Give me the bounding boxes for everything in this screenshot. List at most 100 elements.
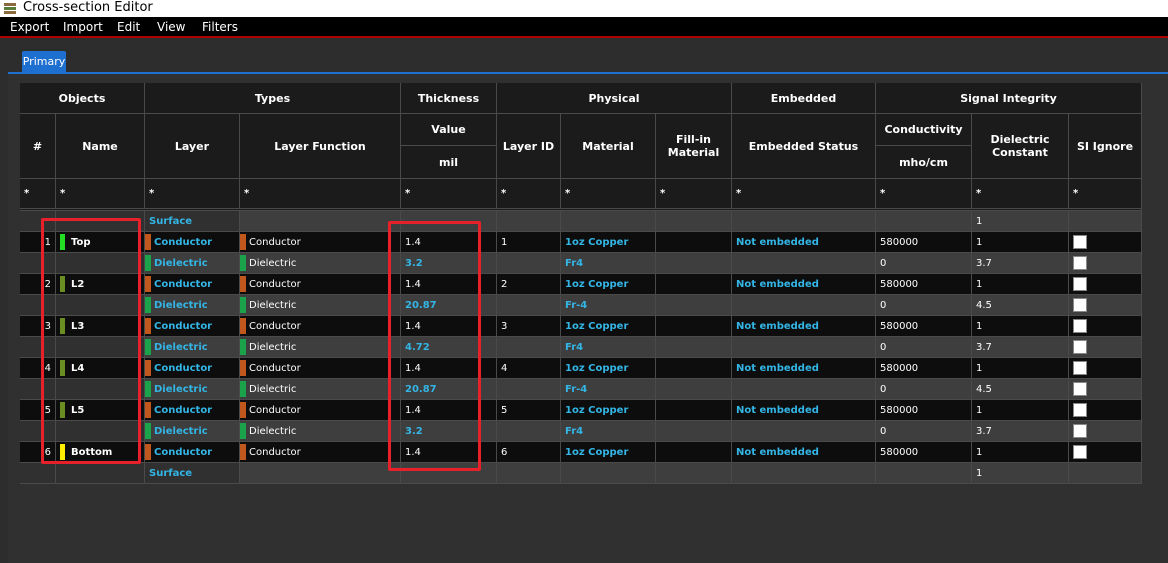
conductivity-cell[interactable]: 580000 [876,316,972,337]
thickness-cell[interactable]: 20.87 [401,379,497,400]
layer-function-cell[interactable]: Dielectric [240,337,401,358]
layer-function-cell[interactable]: Conductor [240,274,401,295]
layer-name-cell[interactable] [56,421,145,442]
embedded-status-cell[interactable]: Not embedded [732,232,876,253]
layer-name-cell[interactable] [56,379,145,400]
filter-cell[interactable]: * [656,179,732,209]
si-ignore-checkbox[interactable] [1073,445,1087,459]
dielectric-constant-cell[interactable]: 1 [972,211,1069,232]
thickness-cell[interactable]: 4.72 [401,337,497,358]
embedded-status-cell[interactable]: Not embedded [732,358,876,379]
menu-edit[interactable]: Edit [117,17,140,38]
layer-function-cell[interactable]: Conductor [240,232,401,253]
filter-cell[interactable]: * [20,179,56,209]
layer-type-cell[interactable]: Dielectric [145,253,240,274]
filter-cell[interactable]: * [145,179,240,209]
si-ignore-checkbox[interactable] [1073,403,1087,417]
col-header-number[interactable]: # [20,114,56,179]
layer-function-cell[interactable]: Conductor [240,442,401,463]
si-ignore-checkbox[interactable] [1073,319,1087,333]
group-header-physical[interactable]: Physical [497,83,732,114]
filter-cell[interactable]: * [732,179,876,209]
fill-in-material-cell[interactable] [656,232,732,253]
si-ignore-checkbox[interactable] [1073,277,1087,291]
group-header-embedded[interactable]: Embedded [732,83,876,114]
layer-id-cell[interactable] [497,253,561,274]
fill-in-material-cell[interactable] [656,253,732,274]
filter-cell[interactable]: * [972,179,1069,209]
conductivity-cell[interactable] [876,463,972,484]
embedded-status-cell[interactable]: Not embedded [732,400,876,421]
embedded-status-cell[interactable]: Not embedded [732,316,876,337]
layer-id-cell[interactable] [497,295,561,316]
col-header-layer-id[interactable]: Layer ID [497,114,561,179]
conductivity-cell[interactable]: 0 [876,295,972,316]
layer-id-cell[interactable]: 2 [497,274,561,295]
dielectric-constant-cell[interactable]: 3.7 [972,337,1069,358]
col-header-layer-function[interactable]: Layer Function [240,114,401,179]
layer-type-cell[interactable]: Conductor [145,442,240,463]
si-ignore-cell[interactable] [1069,421,1142,442]
layer-function-cell[interactable]: Conductor [240,358,401,379]
thickness-cell[interactable]: 1.4 [401,358,497,379]
si-ignore-checkbox[interactable] [1073,256,1087,270]
embedded-status-cell[interactable] [732,379,876,400]
layer-name-cell[interactable]: Bottom [56,442,145,463]
embedded-status-cell[interactable] [732,253,876,274]
tab-primary[interactable]: Primary [22,51,66,72]
si-ignore-cell[interactable] [1069,379,1142,400]
dielectric-constant-cell[interactable]: 1 [972,232,1069,253]
layer-id-cell[interactable]: 1 [497,232,561,253]
dielectric-constant-cell[interactable]: 3.7 [972,421,1069,442]
material-cell[interactable]: 1oz Copper [561,274,656,295]
fill-in-material-cell[interactable] [656,442,732,463]
layer-name-cell[interactable]: L4 [56,358,145,379]
layer-type-cell[interactable]: Conductor [145,274,240,295]
filter-cell[interactable]: * [497,179,561,209]
layer-type-cell[interactable]: Dielectric [145,337,240,358]
material-cell[interactable] [561,211,656,232]
dielectric-constant-cell[interactable]: 1 [972,463,1069,484]
embedded-status-cell[interactable] [732,337,876,358]
si-ignore-cell[interactable] [1069,211,1142,232]
thickness-cell[interactable]: 20.87 [401,295,497,316]
layer-id-cell[interactable]: 3 [497,316,561,337]
si-ignore-cell[interactable] [1069,274,1142,295]
thickness-cell[interactable]: 1.4 [401,232,497,253]
dielectric-constant-cell[interactable]: 1 [972,400,1069,421]
conductivity-cell[interactable] [876,211,972,232]
material-cell[interactable]: 1oz Copper [561,442,656,463]
si-ignore-checkbox[interactable] [1073,424,1087,438]
material-cell[interactable]: 1oz Copper [561,358,656,379]
embedded-status-cell[interactable] [732,295,876,316]
si-ignore-cell[interactable] [1069,463,1142,484]
material-cell[interactable]: Fr4 [561,421,656,442]
dielectric-constant-cell[interactable]: 3.7 [972,253,1069,274]
layer-name-cell[interactable]: L2 [56,274,145,295]
fill-in-material-cell[interactable] [656,358,732,379]
group-header-thickness[interactable]: Thickness [401,83,497,114]
fill-in-material-cell[interactable] [656,316,732,337]
layer-id-cell[interactable] [497,211,561,232]
thickness-cell[interactable]: 1.4 [401,442,497,463]
layer-type-cell[interactable]: Conductor [145,400,240,421]
conductivity-cell[interactable]: 580000 [876,358,972,379]
group-header-signal-integrity[interactable]: Signal Integrity [876,83,1142,114]
col-header-si-ignore[interactable]: SI Ignore [1069,114,1142,179]
embedded-status-cell[interactable] [732,463,876,484]
conductivity-cell[interactable]: 580000 [876,274,972,295]
si-ignore-checkbox[interactable] [1073,298,1087,312]
thickness-cell[interactable]: 3.2 [401,253,497,274]
layer-type-cell[interactable]: Dielectric [145,421,240,442]
layer-name-cell[interactable] [56,211,145,232]
si-ignore-cell[interactable] [1069,442,1142,463]
layer-function-cell[interactable] [240,211,401,232]
filter-cell[interactable]: * [876,179,972,209]
si-ignore-checkbox[interactable] [1073,361,1087,375]
conductivity-cell[interactable]: 0 [876,337,972,358]
group-header-types[interactable]: Types [145,83,401,114]
thickness-cell[interactable] [401,211,497,232]
group-header-objects[interactable]: Objects [20,83,145,114]
layer-type-cell[interactable]: Conductor [145,232,240,253]
layer-function-cell[interactable]: Dielectric [240,421,401,442]
